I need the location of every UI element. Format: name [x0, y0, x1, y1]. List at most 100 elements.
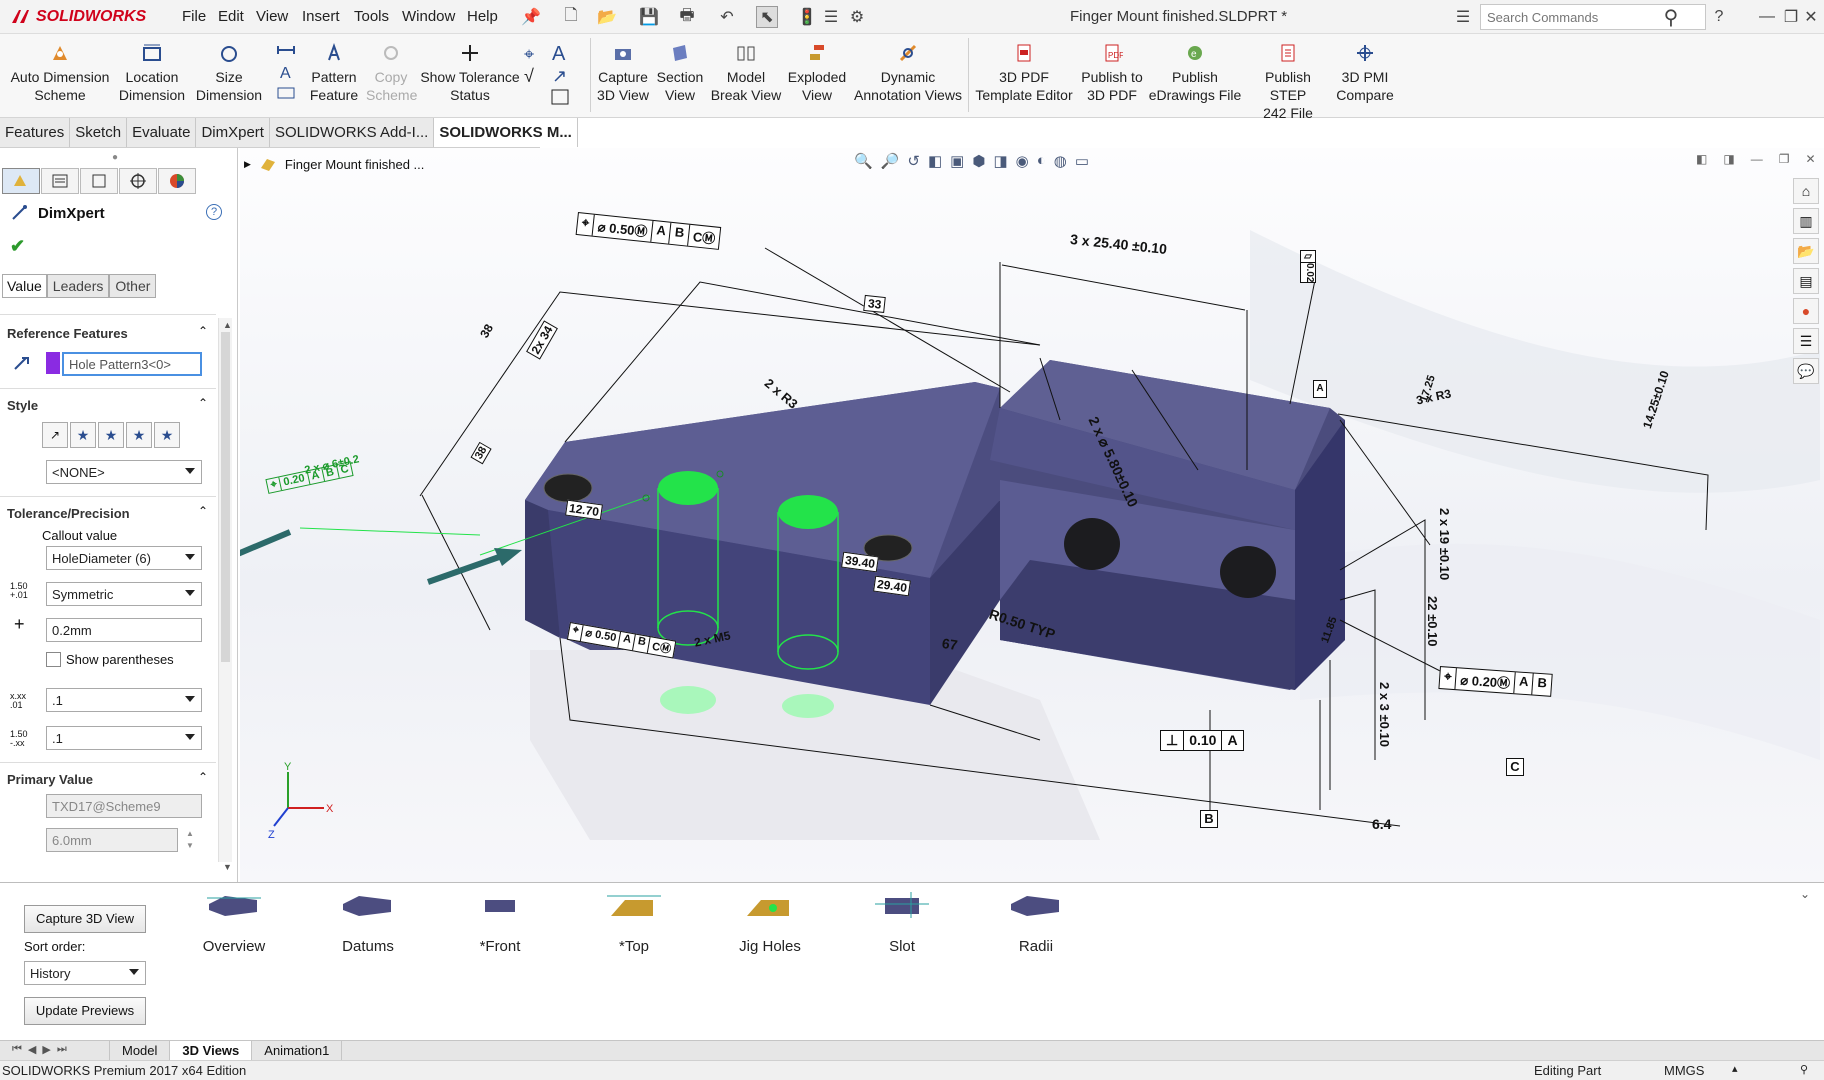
dimension-33[interactable]: 33: [863, 294, 887, 314]
primary-precision-dropdown[interactable]: .1: [46, 688, 202, 712]
minimize-icon[interactable]: —: [1756, 6, 1778, 28]
primary-value-input[interactable]: 6.0mm: [46, 828, 178, 852]
collapse-icon[interactable]: ⌃: [198, 396, 208, 410]
feature-tree-root[interactable]: ▶ Finger Mount finished ...: [244, 156, 424, 172]
menu-window[interactable]: Window: [402, 8, 455, 25]
add-style-icon[interactable]: ★: [70, 422, 96, 448]
tab-model[interactable]: Model: [110, 1041, 171, 1060]
view-palette-icon[interactable]: ▤: [1793, 268, 1819, 294]
scene-icon[interactable]: ◍: [1054, 152, 1067, 170]
expand-arrow-icon[interactable]: ▶: [244, 159, 251, 170]
scroll-up-icon[interactable]: ▲: [223, 320, 232, 330]
3d-pdf-template-editor-button[interactable]: 3D PDF Template Editor: [972, 42, 1076, 104]
tolerance-type-dropdown[interactable]: Symmetric: [46, 582, 202, 606]
tab-dimxpert[interactable]: DimXpert: [196, 118, 270, 147]
dimension-2x3[interactable]: 2 x 3 ±0.10: [1377, 682, 1392, 747]
auto-dimension-scheme-button[interactable]: Auto Dimension Scheme: [8, 42, 112, 104]
view-settings-icon[interactable]: ▭: [1075, 152, 1089, 170]
dynamic-annotation-views-button[interactable]: Dynamic Annotation Views: [852, 42, 964, 104]
dimension-22[interactable]: 22 ±0.10: [1425, 596, 1440, 647]
menu-file[interactable]: File: [182, 8, 206, 25]
sort-order-dropdown[interactable]: History: [24, 961, 146, 985]
dimension-6-4[interactable]: 6.4: [1372, 816, 1391, 832]
property-manager-tab[interactable]: [41, 168, 79, 194]
search-icon[interactable]: ⚲: [1660, 6, 1682, 29]
exploded-view-button[interactable]: Exploded View: [786, 42, 848, 104]
3d-view-top[interactable]: *Top: [584, 890, 684, 955]
pattern-feature-button[interactable]: Pattern Feature: [306, 42, 362, 104]
help-icon[interactable]: ?: [206, 204, 222, 220]
publish-step-242-button[interactable]: Publish STEP 242 File: [1246, 42, 1330, 122]
apply-style-icon[interactable]: ↗: [42, 422, 68, 448]
notification-icon[interactable]: ⚲: [1800, 1063, 1808, 1076]
update-style-icon[interactable]: ★: [98, 422, 124, 448]
edit-appearance-icon[interactable]: ◐: [1037, 152, 1046, 170]
status-units[interactable]: MMGS: [1664, 1063, 1704, 1078]
spin-buttons[interactable]: ▲ ▼: [186, 828, 194, 852]
select-icon[interactable]: ⬉: [756, 6, 778, 28]
collapse-icon[interactable]: ⌃: [198, 770, 208, 784]
save-icon[interactable]: 💾: [638, 6, 660, 28]
subtab-value[interactable]: Value: [2, 274, 47, 298]
size-dimension-button[interactable]: Size Dimension: [194, 42, 264, 104]
3d-view-jig-holes[interactable]: Jig Holes: [720, 890, 820, 955]
flatness-tolerance[interactable]: ▱ 0.02: [1300, 250, 1316, 284]
open-icon[interactable]: 📂: [596, 6, 618, 28]
rebuild-icon[interactable]: 🚦: [796, 6, 818, 28]
viewport-restore-icon[interactable]: ❐: [1779, 152, 1790, 166]
home-icon[interactable]: ⌂: [1793, 178, 1819, 204]
dimxpert-manager-tab[interactable]: [119, 168, 157, 194]
collapse-panel-icon[interactable]: ⌄: [1800, 887, 1810, 901]
tab-navigation-arrows[interactable]: ⏮ ◀ ▶ ⏭: [0, 1041, 110, 1060]
copy-scheme-button[interactable]: Copy Scheme: [366, 42, 417, 104]
section-view-icon[interactable]: ◧: [928, 152, 942, 170]
split-left-icon[interactable]: ◧: [1696, 152, 1707, 166]
tab-animation1[interactable]: Animation1: [252, 1041, 343, 1060]
dynamic-annotation-icon[interactable]: ▣: [950, 152, 964, 170]
save-style-icon[interactable]: ★: [126, 422, 152, 448]
3d-view-front[interactable]: *Front: [450, 890, 550, 955]
3d-view-slot[interactable]: Slot: [852, 890, 952, 955]
collapse-icon[interactable]: ⌃: [198, 324, 208, 338]
show-parentheses-checkbox[interactable]: [46, 652, 61, 667]
viewport-close-icon[interactable]: ✕: [1805, 152, 1815, 166]
menu-view[interactable]: View: [256, 8, 288, 25]
scroll-down-icon[interactable]: ▼: [223, 862, 232, 872]
tab-features[interactable]: Features: [0, 118, 71, 147]
style-dropdown[interactable]: <NONE>: [46, 460, 202, 484]
graphics-area[interactable]: Y X Z ▶ Finger Mount finished ... 🔍 🔎 ↺ …: [240, 148, 1824, 882]
resources-icon[interactable]: ▥: [1793, 208, 1819, 234]
3d-view-overview[interactable]: Overview: [184, 890, 284, 955]
tab-evaluate[interactable]: Evaluate: [127, 118, 197, 147]
ok-checkmark-icon[interactable]: ✔: [10, 236, 25, 257]
configuration-manager-tab[interactable]: [80, 168, 118, 194]
publish-edrawings-button[interactable]: e Publish eDrawings File: [1148, 42, 1242, 104]
close-icon[interactable]: ✕: [1800, 6, 1822, 28]
location-dimension-button[interactable]: Location Dimension: [116, 42, 188, 104]
datum-a[interactable]: A: [1313, 380, 1327, 398]
pm-scrollbar[interactable]: [218, 318, 232, 862]
file-properties-icon[interactable]: ☰: [820, 6, 842, 28]
file-explorer-icon[interactable]: 📂: [1793, 238, 1819, 264]
menu-tools[interactable]: Tools: [354, 8, 389, 25]
capture-3d-view-panel-button[interactable]: Capture 3D View: [24, 905, 146, 933]
display-manager-tab[interactable]: [158, 168, 196, 194]
datum-b[interactable]: B: [1200, 810, 1218, 828]
feature-manager-tab[interactable]: [2, 168, 40, 194]
collapse-icon[interactable]: ⌃: [198, 504, 208, 518]
tab-3d-views[interactable]: 3D Views: [170, 1041, 253, 1060]
datum-c[interactable]: C: [1506, 758, 1524, 776]
menu-insert[interactable]: Insert: [302, 8, 340, 25]
appearances-icon[interactable]: ●: [1793, 298, 1819, 324]
help-icon[interactable]: ?: [1708, 6, 1730, 28]
view-orientation-icon[interactable]: ⬢: [972, 152, 985, 170]
reference-features-field[interactable]: Hole Pattern3<0>: [62, 352, 202, 376]
3d-view-datums[interactable]: Datums: [318, 890, 418, 955]
section-view-button[interactable]: Section View: [656, 42, 704, 104]
subtab-leaders[interactable]: Leaders: [46, 274, 110, 298]
tolerance-precision-dropdown[interactable]: .1: [46, 726, 202, 750]
tolerance-value-input[interactable]: 0.2mm: [46, 618, 202, 642]
tab-sketch[interactable]: Sketch: [70, 118, 128, 147]
display-style-icon[interactable]: ◨: [993, 152, 1007, 170]
zoom-to-fit-icon[interactable]: 🔍: [854, 152, 873, 170]
